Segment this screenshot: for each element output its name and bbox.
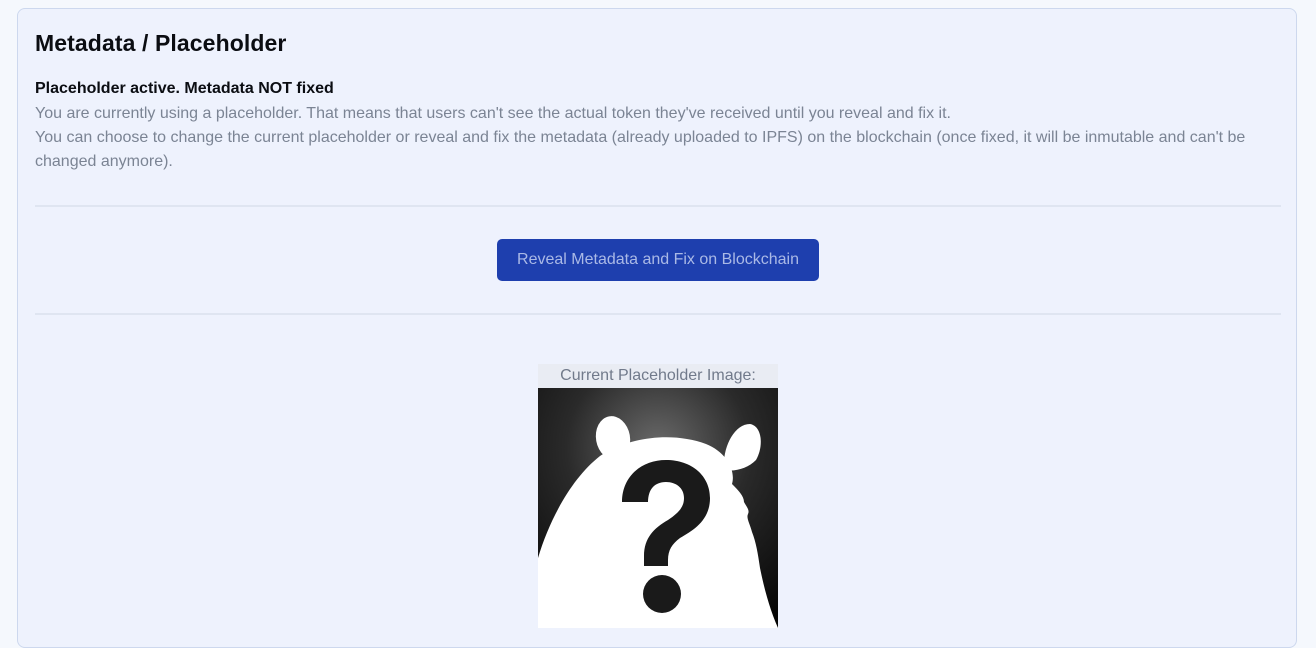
description-placeholder-info: You are currently using a placeholder. T… [35,105,951,122]
divider [35,313,1281,315]
placeholder-caption: Current Placeholder Image: [538,364,778,388]
metadata-placeholder-panel: Metadata / Placeholder Placeholder activ… [17,8,1297,648]
placeholder-preview: Current Placeholder Image: [538,364,778,628]
panel-title: Metadata / Placeholder [35,30,287,56]
reveal-metadata-button[interactable]: Reveal Metadata and Fix on Blockchain [497,239,819,281]
status-heading: Placeholder active. Metadata NOT fixed [35,80,334,97]
placeholder-image-icon [538,388,778,628]
divider [35,205,1281,207]
description-reveal-info: You can choose to change the current pla… [35,129,1246,170]
